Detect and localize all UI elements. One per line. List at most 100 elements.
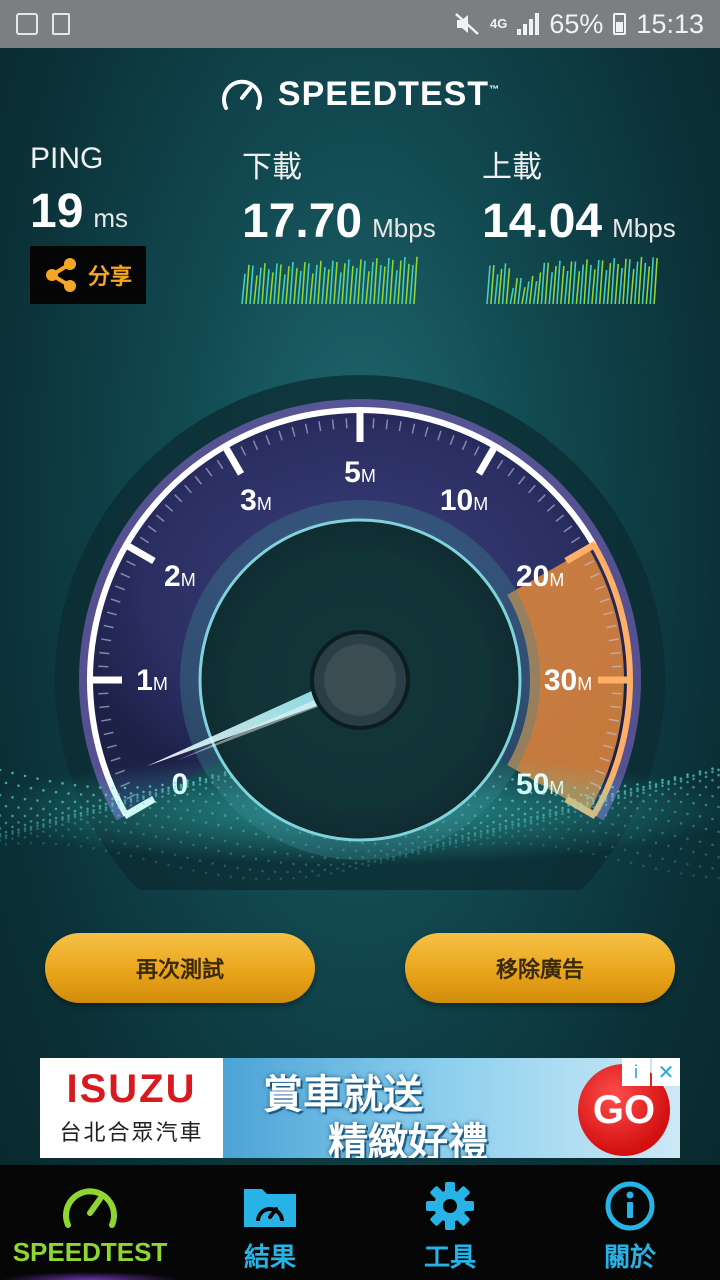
wave-particle <box>98 804 102 808</box>
wave-particle <box>286 870 289 874</box>
graph-bar <box>361 260 366 304</box>
wave-particle <box>323 868 327 872</box>
wave-particle <box>686 837 689 841</box>
wave-particle <box>36 824 39 827</box>
wave-particle <box>467 836 470 839</box>
wave-particle <box>611 806 614 810</box>
nav-speedtest[interactable]: SPEEDTEST <box>0 1165 180 1280</box>
wave-particle <box>567 804 570 807</box>
wave-particle <box>417 850 420 853</box>
download-value-row: 17.70 Mbps <box>242 194 436 249</box>
wave-particle <box>186 782 189 785</box>
wave-particle <box>704 853 708 856</box>
wave-particle <box>354 861 358 865</box>
wave-particle <box>148 847 152 851</box>
wave-particle <box>254 832 258 836</box>
wave-particle <box>86 836 89 840</box>
wave-particle <box>548 821 552 825</box>
wave-particle <box>36 821 39 825</box>
wave-particle <box>636 789 639 793</box>
wave-particle <box>154 788 158 792</box>
graph-bar <box>540 262 546 304</box>
wave-particle <box>479 842 483 846</box>
wave-particle <box>673 860 677 863</box>
wave-particle <box>667 819 670 823</box>
wave-particle <box>698 840 702 844</box>
graph-bar <box>497 268 503 304</box>
wave-particle <box>248 868 252 871</box>
wave-particle <box>129 800 133 803</box>
wave-particle <box>686 775 689 779</box>
wave-particle <box>92 811 95 814</box>
wave-particle <box>211 792 214 796</box>
ad-close-icon[interactable]: ✕ <box>652 1058 680 1086</box>
wave-particle <box>617 801 620 805</box>
graph-bar <box>333 262 338 304</box>
wave-particle <box>67 820 70 823</box>
wave-particle <box>117 851 120 855</box>
wave-particle <box>161 806 164 810</box>
wave-particle <box>236 842 239 846</box>
wave-particle <box>467 832 470 835</box>
wave-particle <box>542 792 545 796</box>
wave-particle <box>148 785 152 788</box>
wave-particle <box>561 785 564 789</box>
wave-particle <box>536 817 539 821</box>
wave-particle <box>148 806 152 810</box>
wave-particle <box>486 814 489 818</box>
wave-particle <box>567 815 570 819</box>
wave-particle <box>129 797 133 801</box>
wave-particle <box>167 837 170 841</box>
retest-button[interactable]: 再次測試 <box>45 933 315 1003</box>
wave-particle <box>154 800 158 804</box>
graph-bar <box>567 261 573 304</box>
wave-particle <box>173 807 177 811</box>
wave-particle <box>36 827 39 830</box>
wave-particle <box>192 781 195 784</box>
wave-particle <box>204 778 208 781</box>
wave-particle <box>4 821 8 825</box>
wave-particle <box>636 851 639 855</box>
wave-particle <box>242 829 245 833</box>
wave-particle <box>536 811 539 814</box>
wave-particle <box>679 822 683 825</box>
nav-tools[interactable]: 工具 <box>360 1165 540 1280</box>
wave-particle <box>223 814 227 817</box>
wave-particle <box>367 864 370 867</box>
ad-banner[interactable]: ISUZU 台北合眾汽車 賞車就送 精緻好禮 GO i ✕ <box>40 1058 680 1158</box>
wave-particle <box>211 812 214 815</box>
wave-particle <box>173 828 177 831</box>
wave-particle <box>136 822 139 826</box>
ad-info-icon[interactable]: i <box>622 1058 650 1086</box>
nav-about[interactable]: 關於 <box>540 1165 720 1280</box>
wave-particle <box>142 802 145 805</box>
wave-particle <box>461 840 464 844</box>
wave-particle <box>104 814 108 818</box>
wave-particle <box>136 799 139 802</box>
wave-particle <box>473 834 477 837</box>
wave-particle <box>586 840 589 844</box>
wave-particle <box>104 849 108 852</box>
wave-particle <box>586 820 589 824</box>
graph-bar <box>626 259 631 304</box>
share-button[interactable]: 分享 <box>30 246 146 304</box>
wave-particle <box>192 869 195 872</box>
wave-particle <box>629 861 633 865</box>
wave-particle <box>492 827 495 831</box>
wave-particle <box>179 783 183 787</box>
wave-particle <box>523 780 527 784</box>
wave-particle <box>592 852 595 856</box>
wave-particle <box>42 789 45 792</box>
wave-particle <box>142 797 145 800</box>
wave-particle <box>304 863 308 866</box>
remove-ads-button[interactable]: 移除廣告 <box>405 933 675 1003</box>
wave-particle <box>161 826 164 829</box>
wave-particle <box>11 825 14 829</box>
wave-particle <box>604 799 608 802</box>
wave-particle <box>648 807 652 811</box>
wave-particle <box>548 784 552 787</box>
graph-bar <box>285 266 290 304</box>
wave-particle <box>104 828 108 832</box>
wave-particle <box>123 786 127 790</box>
nav-results[interactable]: 結果 <box>180 1165 360 1280</box>
